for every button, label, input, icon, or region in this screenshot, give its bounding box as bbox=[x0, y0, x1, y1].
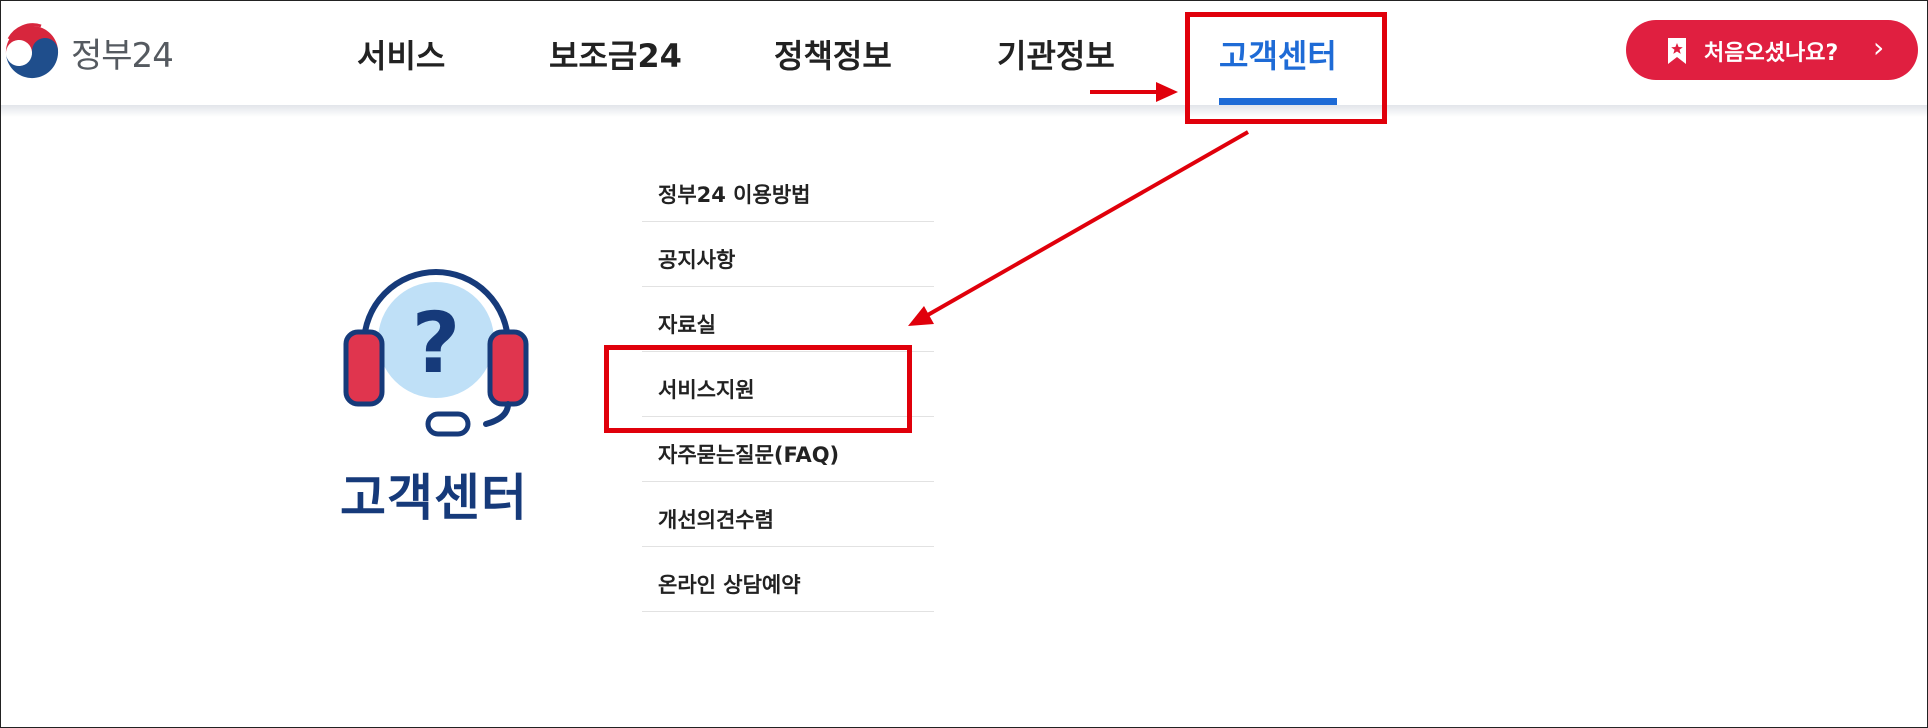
arrow-diagonal-icon bbox=[908, 130, 1249, 326]
arrow-right-icon bbox=[1090, 82, 1178, 102]
annotation-arrows bbox=[908, 82, 1249, 326]
